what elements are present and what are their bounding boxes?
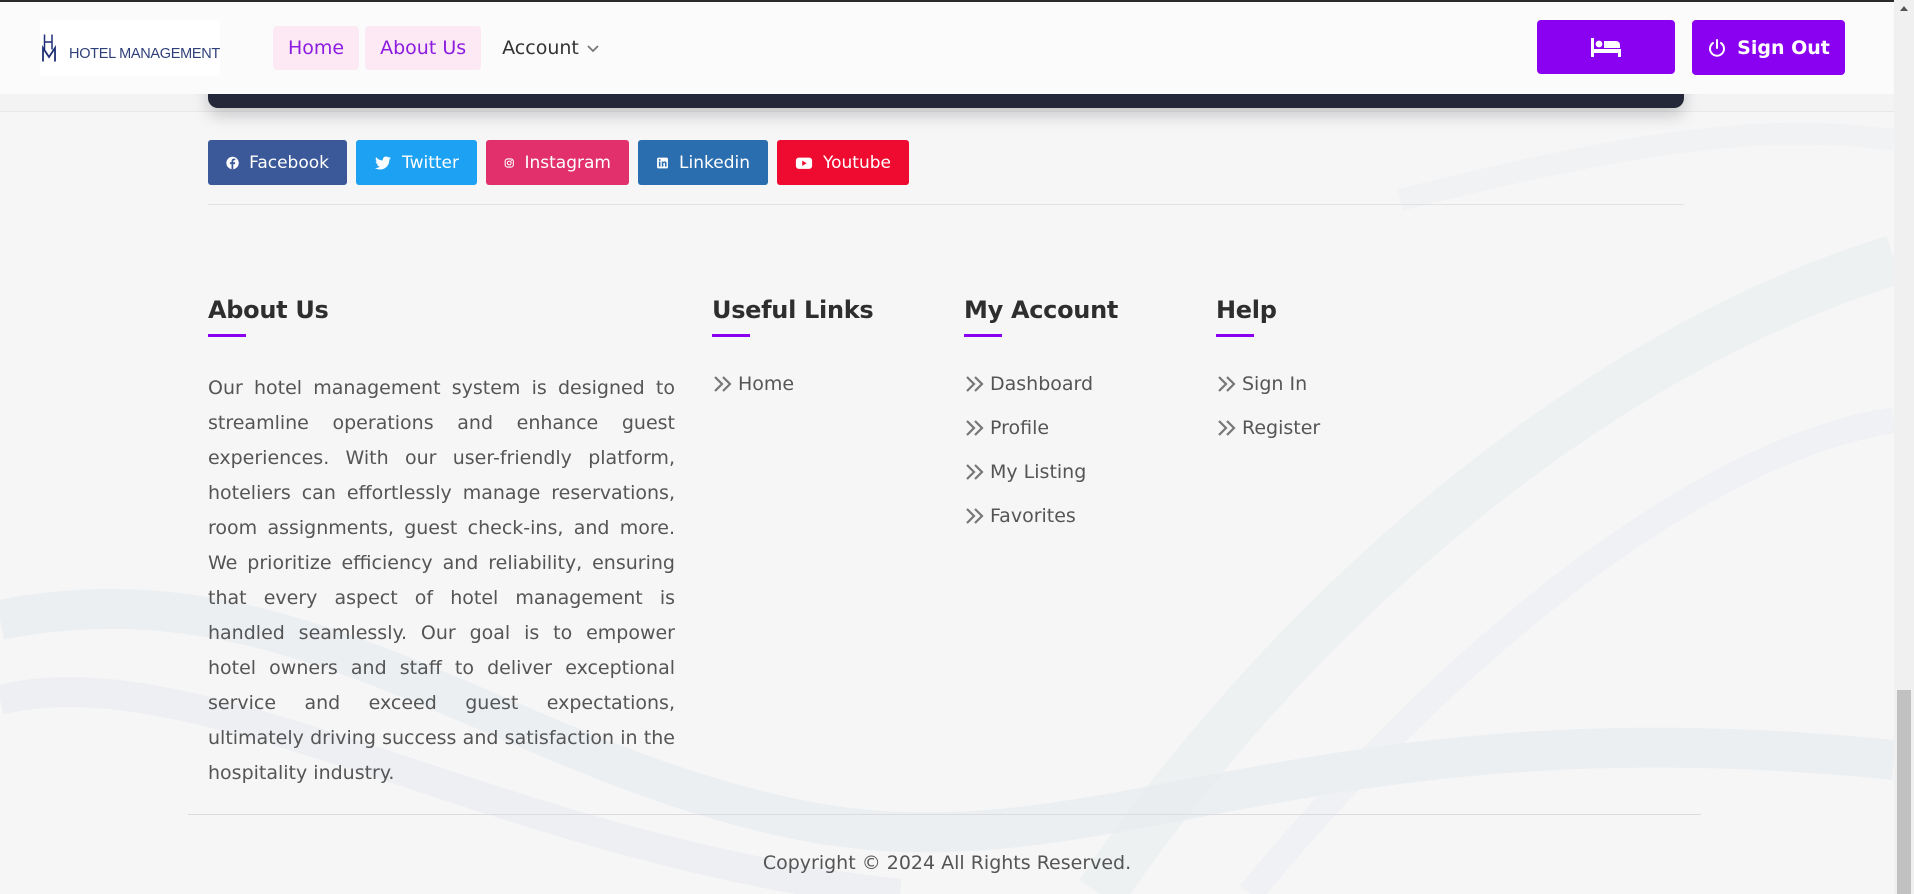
footer-divider [188, 814, 1701, 815]
footer-link-register[interactable]: Register [1216, 406, 1320, 450]
useful-links-title: Useful Links [712, 296, 874, 324]
logo-mark-icon [42, 34, 56, 62]
my-account-title: My Account [964, 296, 1119, 324]
youtube-icon [795, 157, 813, 169]
copyright-text: Copyright © 2024 All Rights Reserved. [762, 852, 1132, 874]
scroll-up-arrow-icon[interactable] [1894, 0, 1914, 16]
nav-about-us[interactable]: About Us [365, 26, 482, 70]
footer-link-favorites[interactable]: Favorites [964, 494, 1118, 538]
footer-link-label: Profile [990, 417, 1050, 439]
facebook-label: Facebook [249, 152, 329, 173]
about-title: About Us [208, 296, 329, 324]
footer-link-home[interactable]: Home [712, 362, 873, 406]
footer-link-profile[interactable]: Profile [964, 406, 1118, 450]
help-underline [1216, 334, 1254, 337]
footer-link-label: Register [1242, 417, 1321, 439]
sign-out-button[interactable]: Sign Out [1692, 20, 1845, 75]
my-account-list: Dashboard Profile My Listing Favorites [964, 362, 1118, 538]
about-title-underline [208, 334, 246, 337]
social-divider [208, 204, 1684, 205]
nav-home[interactable]: Home [273, 26, 360, 70]
double-chevron-right-icon [714, 376, 732, 392]
nav-account-label: Account [502, 37, 579, 59]
footer-my-account-column: My Account Dashboard Profile My Listing … [964, 296, 1118, 538]
twitter-button[interactable]: Twitter [356, 140, 477, 185]
linkedin-label: Linkedin [679, 152, 750, 173]
brand-logo[interactable]: HOTEL MANAGEMENT [40, 20, 220, 76]
instagram-label: Instagram [524, 152, 612, 173]
double-chevron-right-icon [1218, 376, 1236, 392]
my-account-underline [964, 334, 1002, 337]
footer-link-my-listing[interactable]: My Listing [964, 450, 1118, 494]
bookings-button[interactable] [1537, 20, 1675, 74]
footer-useful-links-column: Useful Links Home [712, 296, 874, 406]
social-links: Facebook Twitter Instagram Linkedin Yout… [208, 140, 909, 185]
footer-about-column: About Us Our hotel management system is … [208, 296, 675, 791]
linkedin-icon [657, 157, 668, 168]
help-title: Help [1216, 296, 1277, 324]
about-text: Our hotel management system is designed … [208, 377, 675, 784]
facebook-icon [226, 156, 239, 169]
double-chevron-right-icon [1218, 420, 1236, 436]
youtube-button[interactable]: Youtube [777, 140, 909, 185]
footer-link-label: Dashboard [990, 373, 1094, 395]
footer-link-label: My Listing [990, 461, 1087, 483]
twitter-icon [375, 156, 391, 169]
footer-help-column: Help Sign In Register [1216, 296, 1320, 450]
scrollbar-thumb[interactable] [1897, 690, 1911, 894]
linkedin-button[interactable]: Linkedin [638, 140, 768, 185]
sign-out-label: Sign Out [1737, 36, 1830, 59]
footer-link-sign-in[interactable]: Sign In [1216, 362, 1320, 406]
double-chevron-right-icon [966, 464, 984, 480]
nav-account-dropdown[interactable]: Account [487, 26, 616, 70]
help-list: Sign In Register [1216, 362, 1320, 450]
facebook-button[interactable]: Facebook [208, 140, 347, 185]
footer-link-label: Sign In [1242, 373, 1308, 395]
main-nav: Home About Us Account [273, 26, 616, 70]
double-chevron-right-icon [966, 420, 984, 436]
useful-links-underline [712, 334, 750, 337]
youtube-label: Youtube [823, 152, 891, 173]
power-icon [1709, 38, 1726, 57]
vertical-scrollbar[interactable] [1894, 0, 1914, 894]
double-chevron-right-icon [966, 508, 984, 524]
footer-link-dashboard[interactable]: Dashboard [964, 362, 1118, 406]
useful-links-list: Home [712, 362, 873, 406]
footer-link-label: Favorites [990, 505, 1076, 527]
chevron-down-icon [587, 45, 599, 53]
footer-link-label: Home [738, 373, 795, 395]
twitter-label: Twitter [402, 152, 459, 173]
instagram-icon [504, 157, 514, 168]
logo-text: HOTEL MANAGEMENT [69, 46, 220, 62]
bed-icon [1591, 38, 1621, 57]
double-chevron-right-icon [966, 376, 984, 392]
instagram-button[interactable]: Instagram [486, 140, 629, 185]
